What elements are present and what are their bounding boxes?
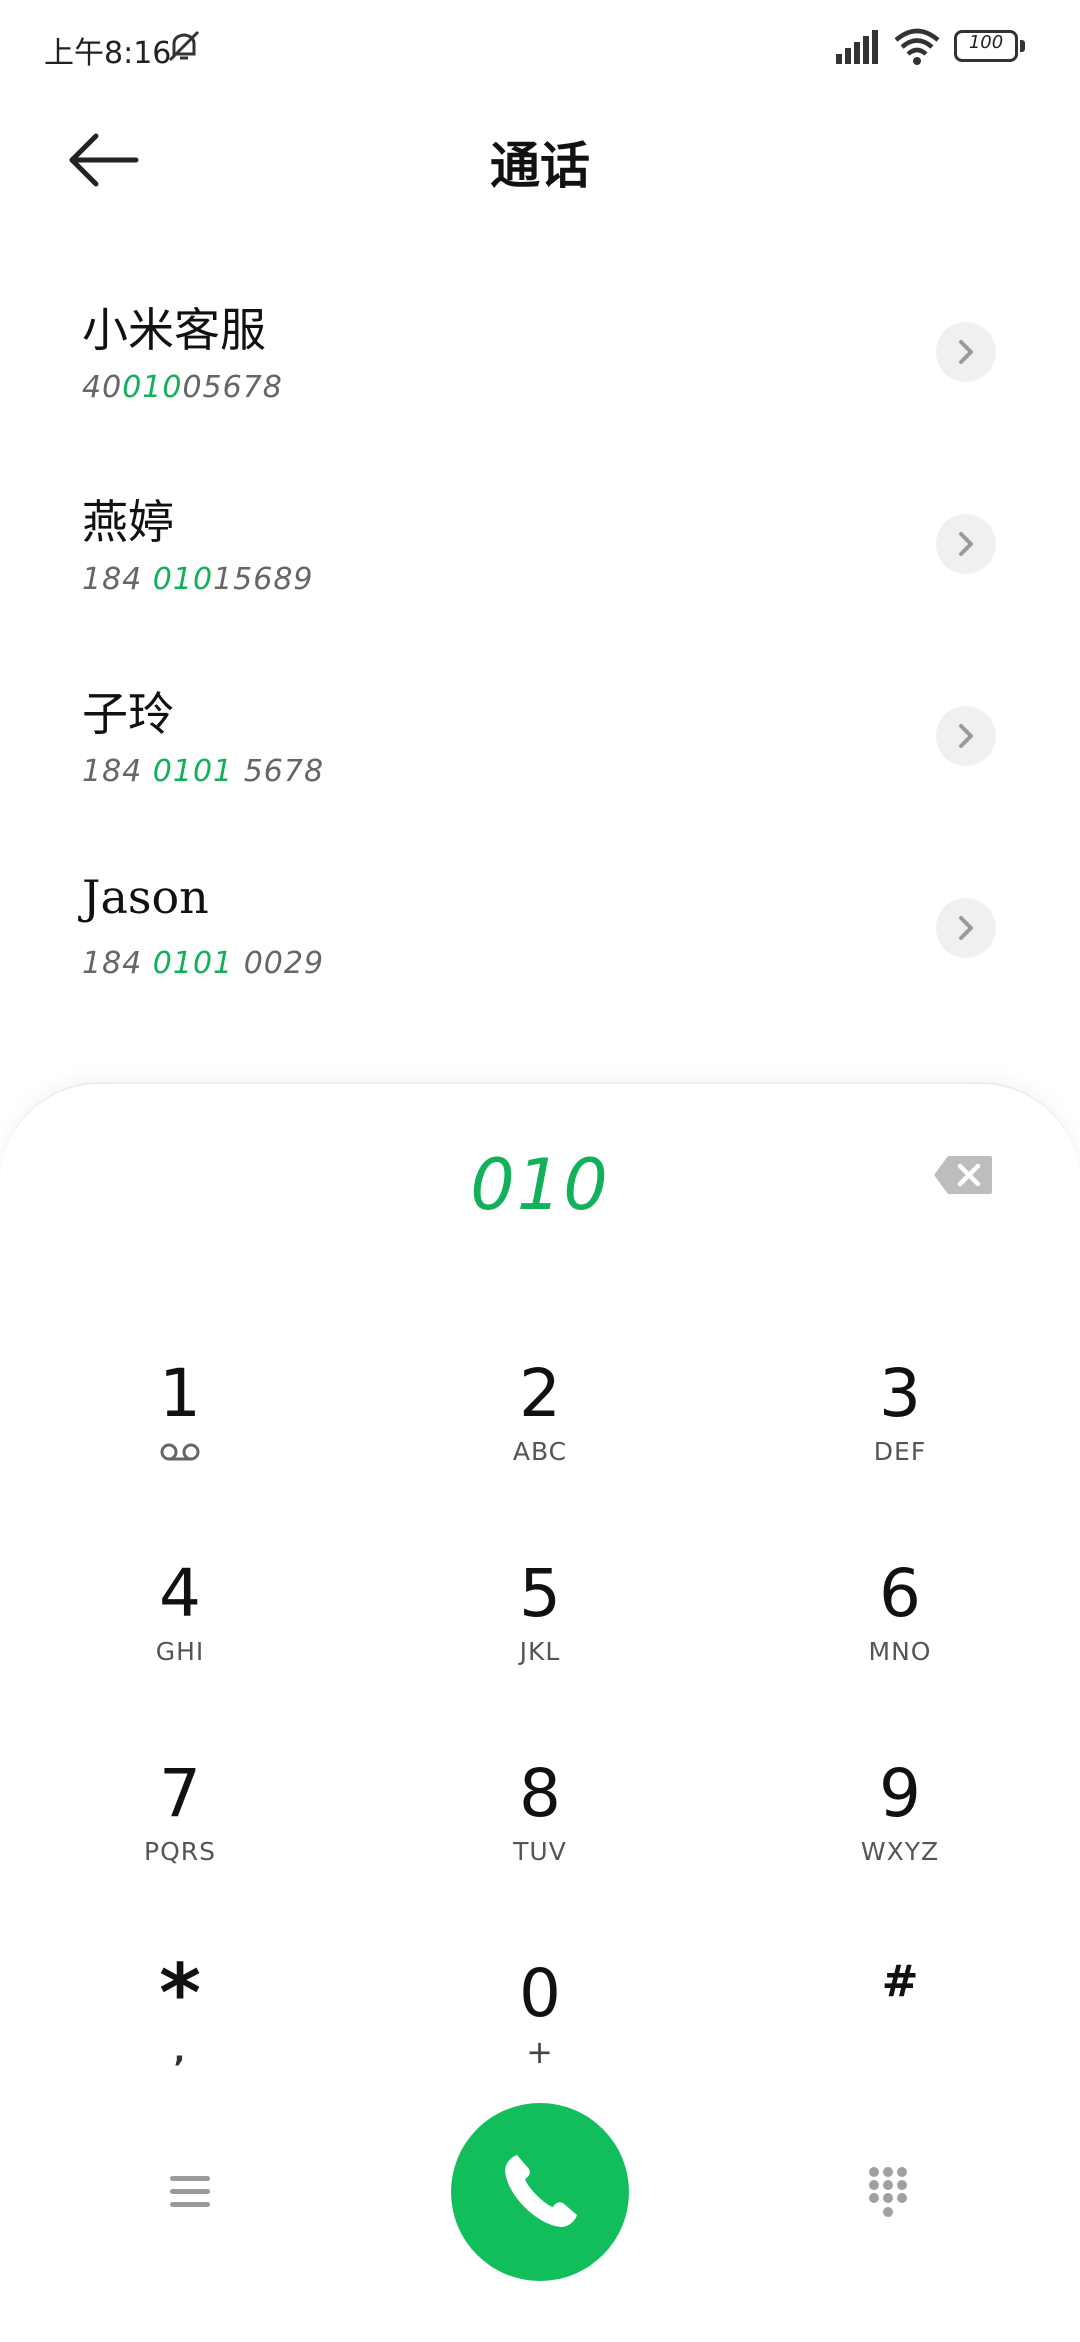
key-star[interactable]: * , bbox=[60, 1952, 300, 2122]
key-letters: MNO bbox=[868, 1637, 932, 1666]
key-2[interactable]: 2 ABC bbox=[420, 1352, 660, 1522]
chevron-right-icon bbox=[959, 916, 973, 940]
list-item[interactable]: 燕婷 184 01015689 bbox=[0, 462, 1080, 654]
key-1[interactable]: 1 bbox=[60, 1352, 300, 1522]
key-letters: PQRS bbox=[144, 1837, 216, 1866]
status-time: 上午8:16 bbox=[44, 36, 172, 71]
key-digit: 2 bbox=[519, 1355, 561, 1432]
phone-icon bbox=[505, 2155, 577, 2227]
list-item[interactable]: 小米客服 4001005678 bbox=[0, 270, 1080, 462]
key-digit: 4 bbox=[159, 1555, 201, 1632]
key-8[interactable]: 8 TUV bbox=[420, 1752, 660, 1922]
dial-input[interactable]: 010 bbox=[0, 1144, 1080, 1226]
contact-number: 184 01015689 bbox=[82, 562, 314, 597]
key-digit: * bbox=[159, 1947, 201, 2040]
list-item[interactable]: Jason 184 0101 0029 bbox=[0, 846, 1080, 1038]
mute-icon bbox=[168, 30, 200, 62]
contact-number: 184 0101 5678 bbox=[82, 754, 325, 789]
contact-number: 4001005678 bbox=[82, 370, 283, 405]
contact-detail-button[interactable] bbox=[936, 514, 996, 574]
battery-icon: 100 bbox=[954, 30, 1028, 64]
key-letters: ABC bbox=[512, 1437, 568, 1466]
contact-detail-button[interactable] bbox=[936, 898, 996, 958]
menu-icon[interactable] bbox=[166, 2170, 214, 2214]
key-letters: DEF bbox=[873, 1437, 927, 1466]
key-letters: WXYZ bbox=[860, 1837, 940, 1866]
chevron-right-icon bbox=[959, 724, 973, 748]
call-button[interactable] bbox=[451, 2103, 629, 2281]
key-4[interactable]: 4 GHI bbox=[60, 1552, 300, 1722]
contact-list: 小米客服 4001005678 燕婷 184 01015689 子玲 184 0… bbox=[0, 270, 1080, 1038]
key-hash[interactable]: # bbox=[780, 1952, 1020, 2122]
contact-name: 子玲 bbox=[82, 687, 174, 741]
page-title: 通话 bbox=[490, 136, 590, 195]
contact-detail-button[interactable] bbox=[936, 322, 996, 382]
key-5[interactable]: 5 JKL bbox=[420, 1552, 660, 1722]
key-digit: 5 bbox=[519, 1555, 561, 1632]
dialpad-icon[interactable] bbox=[866, 2164, 910, 2222]
key-9[interactable]: 9 WXYZ bbox=[780, 1752, 1020, 1922]
signal-icon bbox=[836, 30, 878, 64]
key-letters: JKL bbox=[519, 1637, 561, 1666]
key-7[interactable]: 7 PQRS bbox=[60, 1752, 300, 1922]
key-digit: 9 bbox=[879, 1755, 921, 1832]
list-item[interactable]: 子玲 184 0101 5678 bbox=[0, 654, 1080, 846]
key-letters: TUV bbox=[513, 1837, 567, 1866]
header: 通话 bbox=[0, 96, 1080, 220]
key-digit: 6 bbox=[879, 1555, 921, 1632]
key-letters: , bbox=[173, 2034, 187, 2069]
key-digit: 0 bbox=[519, 1955, 561, 2032]
chevron-right-icon bbox=[959, 340, 973, 364]
key-3[interactable]: 3 DEF bbox=[780, 1352, 1020, 1522]
key-digit: # bbox=[881, 1956, 919, 2007]
battery-level: 100 bbox=[968, 32, 1004, 53]
contact-number: 184 0101 0029 bbox=[82, 946, 325, 981]
key-digit: 3 bbox=[879, 1355, 921, 1432]
contact-detail-button[interactable] bbox=[936, 706, 996, 766]
backspace-icon[interactable] bbox=[932, 1154, 994, 1196]
key-letters: GHI bbox=[155, 1637, 205, 1666]
key-digit: 1 bbox=[159, 1355, 201, 1432]
key-6[interactable]: 6 MNO bbox=[780, 1552, 1020, 1722]
key-letters: + bbox=[526, 2033, 554, 2071]
key-digit: 8 bbox=[519, 1755, 561, 1832]
status-bar: 上午8:16 100 bbox=[0, 0, 1080, 96]
chevron-right-icon bbox=[959, 532, 973, 556]
contact-name: Jason bbox=[82, 870, 209, 924]
wifi-icon bbox=[894, 28, 940, 65]
key-0[interactable]: 0 + bbox=[420, 1952, 660, 2122]
contact-name: 小米客服 bbox=[82, 303, 266, 357]
key-digit: 7 bbox=[159, 1755, 201, 1832]
voicemail-icon bbox=[160, 1443, 200, 1461]
contact-name: 燕婷 bbox=[82, 495, 174, 549]
